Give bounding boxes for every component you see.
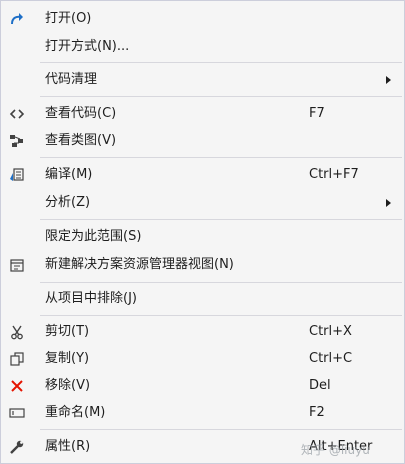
menu-label: 复制(Y) [45, 351, 90, 366]
submenu-arrow-icon [386, 76, 391, 84]
menu-item-open-with[interactable]: 打开方式(N)... [1, 34, 404, 60]
separator [40, 429, 402, 430]
menu-item-cut[interactable]: 剪切(T) Ctrl+X [1, 319, 404, 345]
wrench-icon [7, 437, 27, 457]
menu-label: 查看代码(C) [45, 106, 117, 121]
watermark: 知乎 @liuyu [301, 443, 370, 457]
separator [40, 96, 402, 97]
menu-item-exclude-from-project[interactable]: 从项目中排除(J) [1, 286, 404, 312]
separator [40, 282, 402, 283]
redo-arrow-icon [7, 9, 27, 29]
menu-item-new-solution-explorer-view[interactable]: 新建解决方案资源管理器视图(N) [1, 252, 404, 278]
new-view-icon [7, 255, 27, 275]
separator [40, 315, 402, 316]
menu-label: 打开(O) [45, 11, 92, 26]
scissors-icon [7, 322, 27, 342]
menu-label: 移除(V) [45, 378, 91, 393]
menu-label: 重命名(M) [45, 405, 106, 420]
menu-shortcut: F7 [309, 106, 325, 121]
menu-item-code-cleanup[interactable]: 代码清理 [1, 67, 404, 93]
rename-icon [7, 403, 27, 423]
menu-label: 编译(M) [45, 167, 93, 182]
menu-label: 剪切(T) [45, 324, 90, 339]
separator [40, 62, 402, 63]
submenu-arrow-icon [386, 199, 391, 207]
menu-item-rename[interactable]: 重命名(M) F2 [1, 400, 404, 426]
menu-label: 属性(R) [45, 439, 91, 454]
separator [40, 219, 402, 220]
menu-item-analyze[interactable]: 分析(Z) [1, 190, 404, 216]
menu-shortcut: Ctrl+X [309, 324, 352, 339]
copy-icon [7, 349, 27, 369]
menu-label: 分析(Z) [45, 195, 91, 210]
menu-label: 从项目中排除(J) [45, 291, 137, 306]
menu-item-scope-to-this[interactable]: 限定为此范围(S) [1, 224, 404, 250]
menu-shortcut: Del [309, 378, 331, 393]
context-menu: 打开(O) 打开方式(N)... 代码清理 查看代码(C) F7 查看类图(V)… [0, 0, 405, 464]
menu-item-view-code[interactable]: 查看代码(C) F7 [1, 101, 404, 127]
menu-shortcut: Ctrl+C [309, 351, 353, 366]
menu-item-view-class-diagram[interactable]: 查看类图(V) [1, 128, 404, 154]
menu-label: 新建解决方案资源管理器视图(N) [45, 257, 234, 272]
menu-label: 查看类图(V) [45, 133, 117, 148]
code-brackets-icon [7, 104, 27, 124]
menu-shortcut: F2 [309, 405, 325, 420]
menu-item-copy[interactable]: 复制(Y) Ctrl+C [1, 346, 404, 372]
red-x-icon [7, 376, 27, 396]
menu-shortcut: Ctrl+F7 [309, 167, 359, 182]
menu-label: 限定为此范围(S) [45, 229, 142, 244]
menu-item-open[interactable]: 打开(O) [1, 6, 404, 32]
menu-label: 代码清理 [45, 72, 98, 87]
menu-label: 打开方式(N)... [45, 39, 130, 54]
compile-icon [7, 165, 27, 185]
menu-item-remove[interactable]: 移除(V) Del [1, 373, 404, 399]
class-diagram-icon [7, 131, 27, 151]
separator [40, 157, 402, 158]
menu-item-compile[interactable]: 编译(M) Ctrl+F7 [1, 162, 404, 188]
